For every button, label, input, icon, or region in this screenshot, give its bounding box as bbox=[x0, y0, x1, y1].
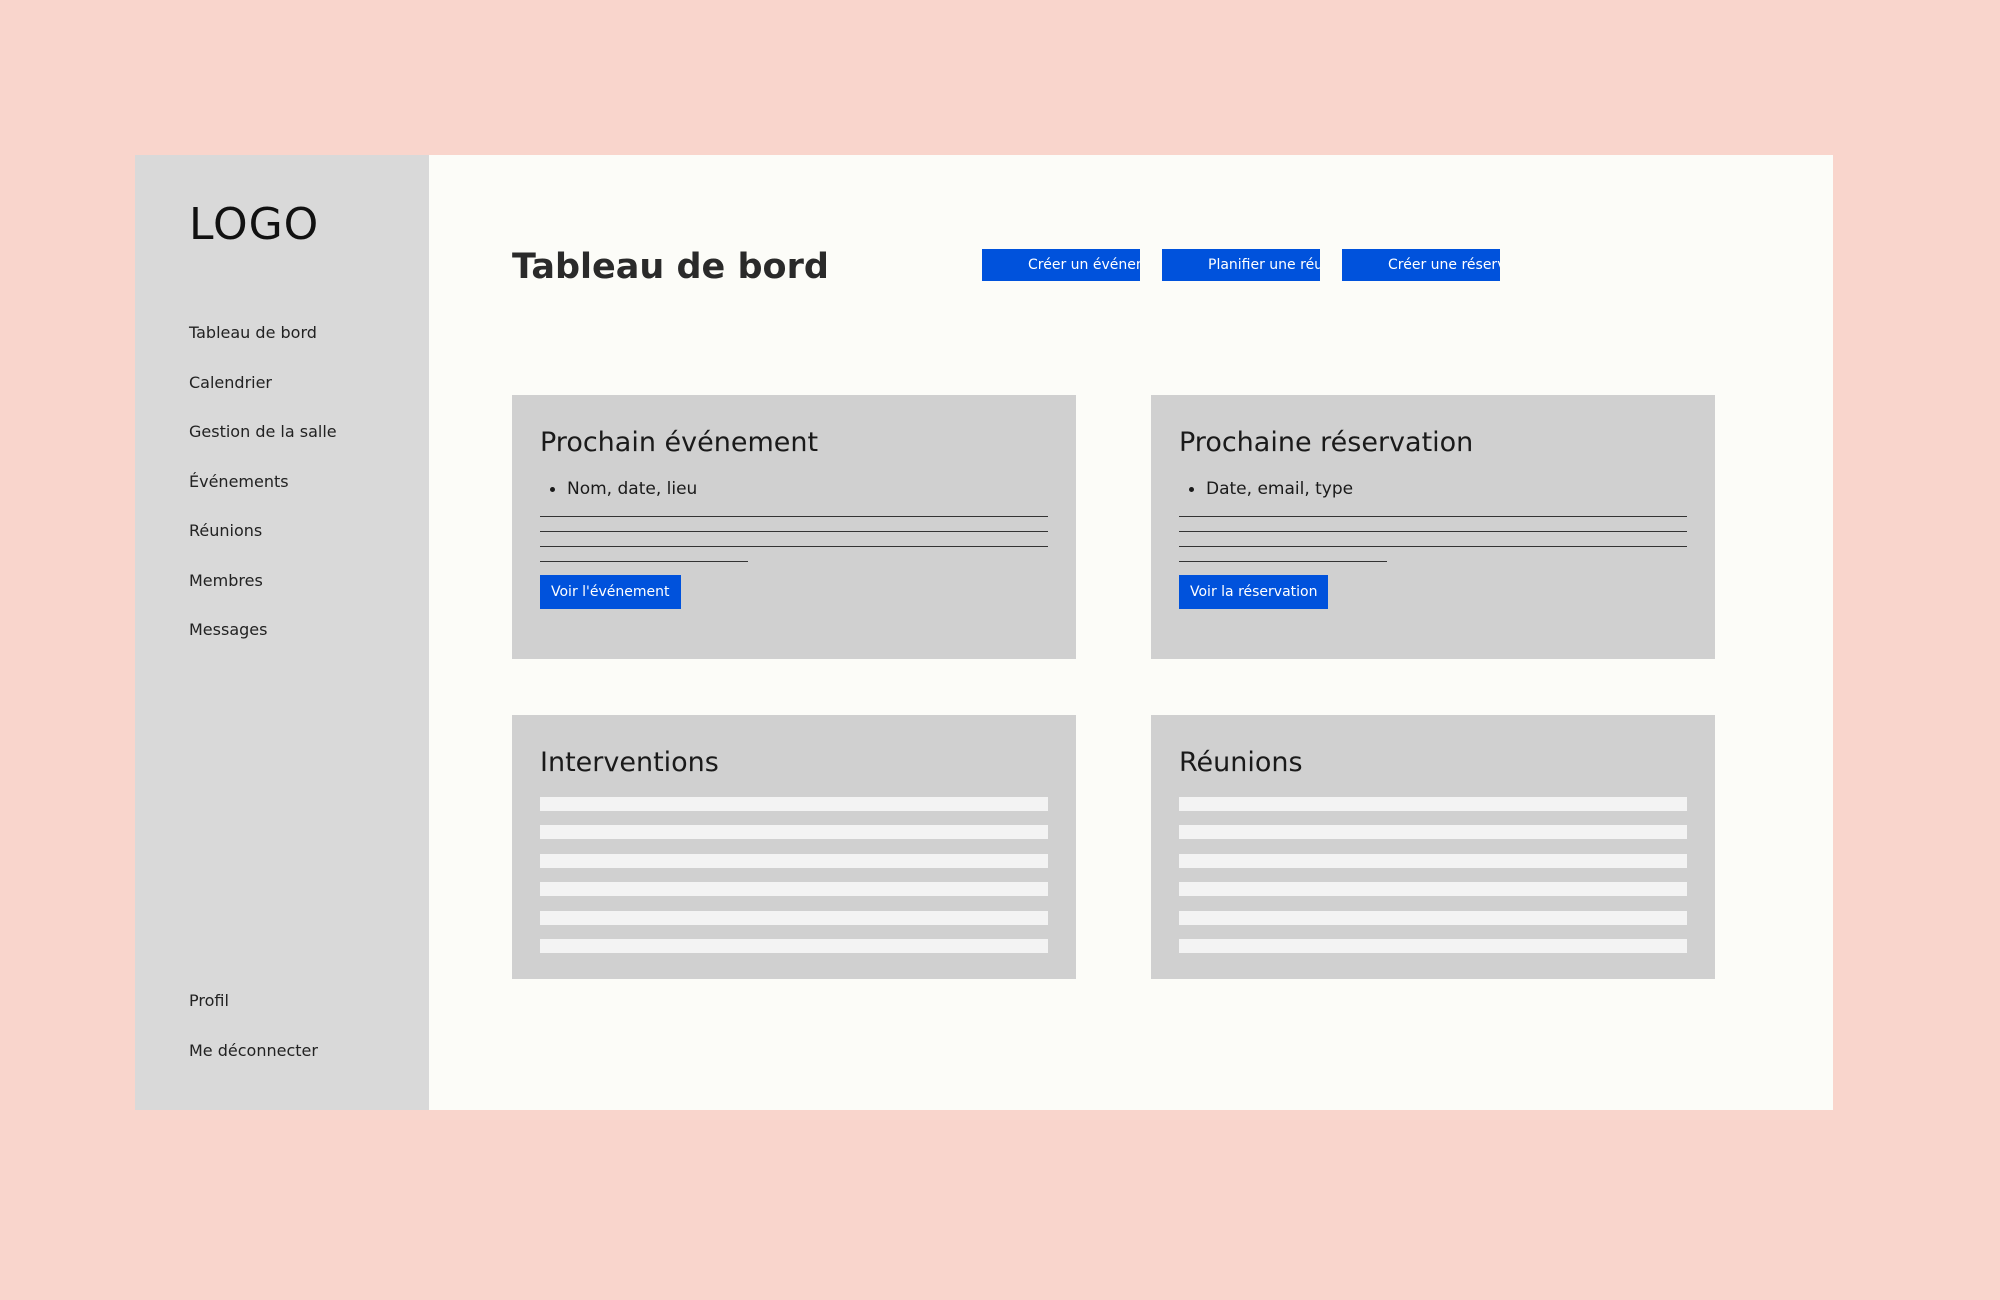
next-event-card: Prochain événement Nom, date, lieu Voir … bbox=[512, 395, 1076, 659]
text-line-placeholder bbox=[1179, 531, 1687, 532]
list-item-placeholder bbox=[540, 911, 1048, 925]
meetings-card: Réunions bbox=[1151, 715, 1715, 979]
sidebar-item-room-management[interactable]: Gestion de la salle bbox=[189, 422, 337, 472]
sidebar-item-meetings[interactable]: Réunions bbox=[189, 521, 337, 571]
schedule-meeting-button[interactable]: Planifier une réunion bbox=[1162, 249, 1320, 281]
sidebar-item-logout[interactable]: Me déconnecter bbox=[189, 1041, 318, 1091]
bullet-text: Date, email, type bbox=[1206, 479, 1354, 499]
main-content: Tableau de bord Créer un événement Plani… bbox=[429, 155, 1833, 1110]
sidebar-item-profile[interactable]: Profil bbox=[189, 991, 318, 1041]
sidebar-item-events[interactable]: Événements bbox=[189, 472, 337, 522]
list-item-placeholder bbox=[1179, 797, 1687, 811]
list-item-placeholder bbox=[1179, 911, 1687, 925]
card-title: Prochaine réservation bbox=[1179, 427, 1474, 458]
card-bullet: Date, email, type bbox=[1189, 479, 1353, 499]
sidebar-nav: Tableau de bord Calendrier Gestion de la… bbox=[189, 323, 337, 670]
card-title: Prochain événement bbox=[540, 427, 819, 458]
text-line-placeholder bbox=[540, 546, 1048, 547]
sidebar: LOGO Tableau de bord Calendrier Gestion … bbox=[135, 155, 429, 1110]
bullet-text: Nom, date, lieu bbox=[567, 479, 698, 499]
list-item-placeholder bbox=[540, 939, 1048, 953]
text-line-placeholder bbox=[1179, 561, 1387, 562]
create-event-button[interactable]: Créer un événement bbox=[982, 249, 1140, 281]
list-item-placeholder bbox=[1179, 882, 1687, 896]
page-title: Tableau de bord bbox=[512, 247, 829, 287]
text-line-placeholder bbox=[540, 561, 748, 562]
list-item-placeholder bbox=[540, 797, 1048, 811]
bullet-icon bbox=[1189, 486, 1194, 492]
list-item-placeholder bbox=[1179, 825, 1687, 839]
list-item-placeholder bbox=[1179, 939, 1687, 953]
list-item-placeholder bbox=[1179, 854, 1687, 868]
sidebar-item-calendar[interactable]: Calendrier bbox=[189, 373, 337, 423]
sidebar-bottom-nav: Profil Me déconnecter bbox=[189, 991, 318, 1090]
list-item-placeholder bbox=[540, 825, 1048, 839]
bullet-icon bbox=[550, 486, 555, 492]
text-line-placeholder bbox=[540, 516, 1048, 517]
create-booking-button[interactable]: Créer une réservation bbox=[1342, 249, 1500, 281]
next-booking-card: Prochaine réservation Date, email, type … bbox=[1151, 395, 1715, 659]
view-event-button[interactable]: Voir l'événement bbox=[540, 575, 681, 609]
list-item-placeholder bbox=[540, 882, 1048, 896]
text-line-placeholder bbox=[1179, 516, 1687, 517]
sidebar-item-messages[interactable]: Messages bbox=[189, 620, 337, 670]
text-line-placeholder bbox=[1179, 546, 1687, 547]
sidebar-item-dashboard[interactable]: Tableau de bord bbox=[189, 323, 337, 373]
interventions-card: Interventions bbox=[512, 715, 1076, 979]
app-window: LOGO Tableau de bord Calendrier Gestion … bbox=[135, 155, 1833, 1110]
sidebar-item-members[interactable]: Membres bbox=[189, 571, 337, 621]
card-bullet: Nom, date, lieu bbox=[550, 479, 697, 499]
list-item-placeholder bbox=[540, 854, 1048, 868]
text-line-placeholder bbox=[540, 531, 1048, 532]
card-title: Interventions bbox=[540, 747, 719, 778]
card-title: Réunions bbox=[1179, 747, 1303, 778]
view-booking-button[interactable]: Voir la réservation bbox=[1179, 575, 1329, 609]
logo: LOGO bbox=[189, 199, 320, 250]
